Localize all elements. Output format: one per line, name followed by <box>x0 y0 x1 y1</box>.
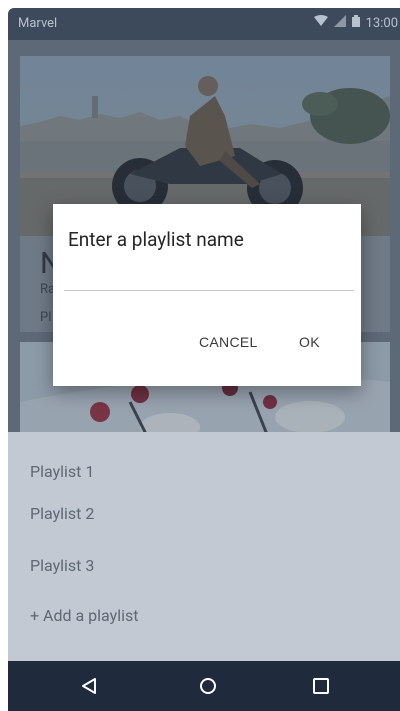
phone-screen: Marvel 13:00 N Ra Pl Playlist 1 Playlist… <box>8 8 400 711</box>
playlist-sheet: Playlist 1 Playlist 2 Playlist 3 + Add a… <box>8 432 400 661</box>
battery-icon <box>351 15 360 31</box>
playlist-name-dialog: Enter a playlist name CANCEL OK <box>53 204 361 386</box>
status-icons: 13:00 <box>313 15 398 31</box>
signal-icon <box>333 15 346 31</box>
navigation-bar <box>8 661 400 711</box>
playlist-item[interactable]: Playlist 2 <box>30 504 94 523</box>
playlist-item[interactable]: Playlist 1 <box>30 462 94 481</box>
home-icon[interactable] <box>195 673 221 699</box>
playlist-name-input[interactable] <box>64 266 354 291</box>
status-time: 13:00 <box>365 15 398 31</box>
ok-button[interactable]: OK <box>299 334 320 350</box>
playlist-item[interactable]: Playlist 3 <box>30 556 94 575</box>
add-playlist-button[interactable]: + Add a playlist <box>30 606 138 625</box>
back-icon[interactable] <box>76 673 102 699</box>
status-bar: Marvel 13:00 <box>8 8 400 40</box>
app-name: Marvel <box>18 16 58 31</box>
wifi-icon <box>313 15 328 31</box>
cancel-button[interactable]: CANCEL <box>199 334 258 350</box>
dialog-title: Enter a playlist name <box>68 228 244 251</box>
recents-icon[interactable] <box>308 673 334 699</box>
